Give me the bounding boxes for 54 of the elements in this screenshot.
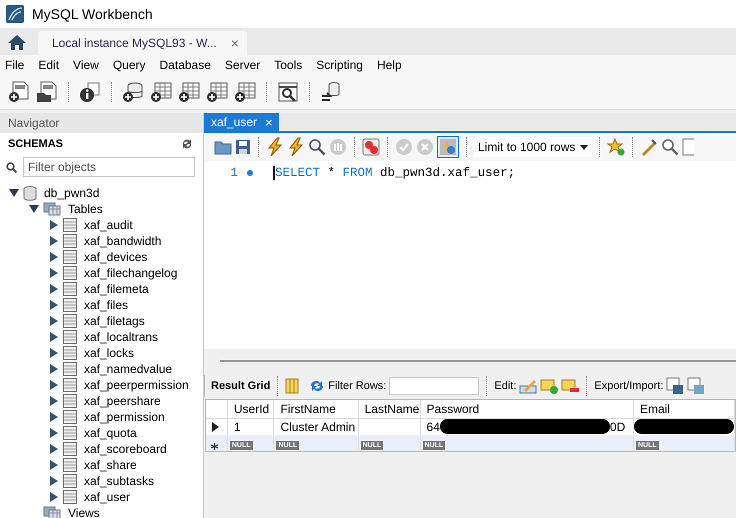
export-import-label: Export/Import: — [594, 380, 664, 392]
sql-code[interactable]: SELECT * FROM db_pwn3d.xaf_user; — [273, 166, 516, 180]
menu-item[interactable]: Tools — [273, 58, 310, 72]
tree-item[interactable]: Views — [68, 506, 100, 518]
filter-field[interactable]: Filter objects — [23, 157, 195, 177]
tree-item[interactable]: Tables — [68, 202, 103, 216]
close-icon[interactable]: × — [265, 114, 273, 130]
tree-item[interactable]: xaf_audit — [84, 218, 133, 232]
menu-item[interactable]: File — [4, 58, 32, 72]
tree-item[interactable]: xaf_bandwidth — [84, 234, 162, 248]
tree-item[interactable]: xaf_locks — [84, 346, 134, 360]
tree-item[interactable]: xaf_permission — [84, 410, 165, 424]
tree-item[interactable]: xaf_subtasks — [84, 474, 154, 488]
tree-item[interactable]: xaf_files — [84, 298, 128, 312]
row-limit-dropdown[interactable]: Limit to 1000 rows — [474, 137, 592, 157]
tree-item[interactable]: xaf_scoreboard — [84, 442, 167, 456]
filter-label: Filter Rows: — [328, 380, 386, 392]
tree-item[interactable]: xaf_filechangelog — [84, 266, 178, 280]
table-cell: 1 — [227, 418, 274, 435]
column-header[interactable]: Email — [633, 400, 734, 418]
close-icon[interactable]: × — [230, 35, 239, 51]
column-header[interactable]: FirstName — [274, 400, 358, 418]
tree-item[interactable]: xaf_filemeta — [84, 282, 149, 296]
window-title: MySQL Workbench — [32, 6, 153, 22]
edit-label: Edit: — [494, 380, 516, 392]
menu-item[interactable]: Help — [376, 58, 410, 72]
tree-item[interactable]: db_pwn3d — [44, 186, 100, 200]
line-number: 1 — [229, 166, 238, 180]
menu-item[interactable]: Server — [224, 58, 268, 72]
panel-header: Navigator — [0, 113, 203, 133]
section-title: SCHEMAS — [8, 138, 64, 150]
tree-item[interactable]: xaf_filetags — [84, 314, 145, 328]
tree-item[interactable]: xaf_localtrans — [84, 330, 158, 344]
tree-item[interactable]: xaf_quota — [84, 426, 137, 440]
connection-tab[interactable]: Local instance MySQL93 - W... × — [38, 31, 247, 55]
column-header[interactable]: LastName — [358, 400, 420, 418]
menu-item[interactable]: Scripting — [315, 58, 371, 72]
tree-item[interactable]: xaf_devices — [84, 250, 148, 264]
tree-item[interactable]: xaf_peerpermission — [84, 378, 189, 392]
table-cell: 64 — [426, 420, 440, 434]
result-grid-tab[interactable]: Result Grid — [211, 380, 270, 392]
menu-item[interactable]: Query — [112, 58, 154, 72]
column-header[interactable]: Password — [420, 400, 634, 418]
menu-item[interactable]: View — [72, 58, 107, 72]
tree-item[interactable]: xaf_namedvalue — [84, 362, 172, 376]
tree-item[interactable]: xaf_share — [84, 458, 137, 472]
tree-item[interactable]: xaf_user — [84, 490, 130, 504]
tree-item[interactable]: xaf_peershare — [84, 394, 161, 408]
editor-tab[interactable]: xaf_user × — [204, 113, 279, 131]
menu-item[interactable]: Edit — [37, 58, 68, 72]
table-cell: Cluster Admin — [274, 418, 358, 435]
menu-item[interactable]: Database — [158, 58, 219, 72]
column-header[interactable]: UserId — [227, 400, 274, 418]
table-cell: 0D — [610, 420, 626, 434]
